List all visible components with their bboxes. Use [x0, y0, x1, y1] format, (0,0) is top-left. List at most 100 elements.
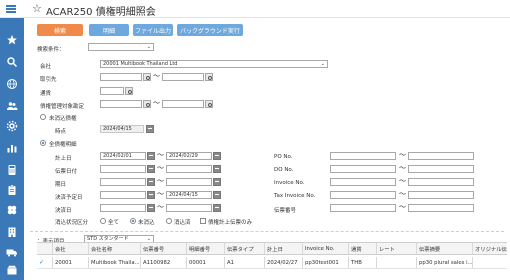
claim-account-from-lookup-icon[interactable]	[143, 100, 151, 108]
recon-reconciled-radio[interactable]	[166, 218, 172, 224]
due-date-to-input[interactable]	[166, 178, 212, 186]
all-claims-radio[interactable]	[40, 140, 46, 146]
posted-only-checkbox[interactable]	[200, 218, 206, 224]
section-divider	[30, 231, 504, 232]
posting-date-label: 計上日	[55, 156, 72, 162]
company-select[interactable]: 20001 Multibook Thailand Ltd ⌄	[100, 60, 328, 68]
settlement-plan-from-input[interactable]	[100, 191, 146, 199]
settlement-date-to-input[interactable]	[166, 204, 212, 212]
claim-account-to-lookup-icon[interactable]	[205, 100, 213, 108]
range-tilde: ～	[157, 177, 164, 185]
tab-file-output[interactable]: ファイル出力	[133, 24, 173, 36]
currency-lookup-icon[interactable]	[125, 87, 133, 95]
calendar-icon[interactable]	[146, 125, 154, 133]
clover-icon[interactable]	[4, 202, 20, 218]
tax-invoice-to-input[interactable]	[408, 191, 474, 199]
invoice-from-input[interactable]	[330, 178, 396, 186]
calendar-icon[interactable]	[147, 191, 155, 199]
header-cell[interactable]: 明細番号	[187, 243, 225, 254]
calendar-icon[interactable]	[213, 204, 221, 212]
calculator-icon[interactable]	[4, 162, 20, 178]
globe-icon[interactable]	[4, 76, 20, 92]
settings-icon[interactable]	[4, 118, 20, 134]
tab-search[interactable]: 検索	[37, 24, 83, 36]
calendar-icon[interactable]	[147, 204, 155, 212]
calendar-icon[interactable]	[147, 152, 155, 160]
header-cell[interactable]: 伝票摘要	[417, 243, 473, 254]
box-icon[interactable]	[4, 262, 20, 278]
tab-detail[interactable]: 明細	[89, 24, 129, 36]
table-cell: 00001	[187, 257, 225, 268]
as-of-date-input[interactable]: 2024/04/15	[100, 125, 144, 133]
settlement-date-from-input[interactable]	[100, 204, 146, 212]
range-tilde: ～	[153, 72, 160, 80]
checkmark-icon: ✓	[39, 259, 45, 266]
calendar-icon[interactable]	[213, 165, 221, 173]
claim-account-to-input[interactable]	[162, 100, 204, 108]
header-cell[interactable]: 伝票タイプ	[225, 243, 265, 254]
hamburger-icon[interactable]	[6, 5, 16, 13]
claim-account-from-input[interactable]	[100, 100, 142, 108]
currency-input[interactable]	[100, 87, 124, 95]
truck-icon[interactable]	[4, 244, 20, 260]
table-header: 会社 会社名称 伝票番号 明細番号 伝票タイプ 計上日 Invoice No. …	[37, 242, 507, 255]
search-condition-select[interactable]: ⌄	[88, 43, 154, 51]
recon-reconciled-label: 消込済	[174, 220, 191, 226]
calendar-icon[interactable]	[213, 191, 221, 199]
posting-date-to-input[interactable]: 2024/02/29	[166, 152, 212, 160]
search-icon[interactable]	[4, 54, 20, 70]
po-to-input[interactable]	[408, 152, 474, 160]
table-cell: pp30 plural sales i...	[417, 257, 473, 268]
customer-to-input[interactable]	[162, 73, 204, 81]
voucher-date-from-input[interactable]	[100, 165, 146, 173]
as-of-label: 時点	[55, 129, 67, 135]
header-cell[interactable]: 計上日	[265, 243, 303, 254]
recon-class-label: 消込状況区分	[55, 220, 89, 226]
calendar-icon[interactable]	[213, 178, 221, 186]
clipboard-icon[interactable]	[4, 182, 20, 198]
due-date-label: 期日	[55, 182, 67, 188]
do-from-input[interactable]	[330, 165, 396, 173]
header-cell[interactable]: 伝票番号	[141, 243, 187, 254]
table-row[interactable]: ✓ 20001 Multibook Thaila... A1100982 000…	[37, 257, 507, 269]
unreconciled-label: 未消込債権	[49, 116, 77, 122]
range-tilde: ～	[153, 99, 160, 107]
calendar-icon[interactable]	[147, 178, 155, 186]
chart-icon[interactable]	[4, 140, 20, 156]
favorite-star-icon[interactable]: ☆	[32, 2, 42, 15]
table-cell: A1100982	[141, 257, 187, 268]
people-icon[interactable]	[4, 98, 20, 114]
customer-from-lookup-icon[interactable]	[143, 73, 151, 81]
recon-all-radio[interactable]	[100, 218, 106, 224]
header-cell[interactable]: 会社	[53, 243, 89, 254]
customer-to-lookup-icon[interactable]	[205, 73, 213, 81]
header-cell[interactable]: 通貨	[349, 243, 377, 254]
header-cell[interactable]: Invoice No.	[303, 243, 349, 254]
row-select-cell[interactable]: ✓	[37, 257, 53, 268]
customer-from-input[interactable]	[100, 73, 142, 81]
voucher-no-label: 伝票番号	[274, 208, 297, 214]
due-date-from-input[interactable]	[100, 178, 146, 186]
calendar-icon[interactable]	[147, 165, 155, 173]
header-cell[interactable]: オリジナル伝	[473, 243, 507, 254]
range-tilde: ～	[399, 177, 406, 185]
tab-background-run[interactable]: バックグラウンド実行	[177, 24, 243, 36]
star-icon[interactable]	[4, 32, 20, 48]
voucher-no-from-input[interactable]	[330, 204, 396, 212]
recon-unreconciled-radio[interactable]	[130, 218, 136, 224]
settlement-plan-to-input[interactable]: 2024/04/15	[166, 191, 212, 199]
unreconciled-radio[interactable]	[40, 114, 46, 120]
building-icon[interactable]	[4, 224, 20, 240]
calendar-icon[interactable]	[213, 152, 221, 160]
header-cell[interactable]: 会社名称	[89, 243, 141, 254]
invoice-to-input[interactable]	[408, 178, 474, 186]
search-condition-label: 検索条件：	[37, 47, 65, 53]
header-cell[interactable]: レート	[377, 243, 417, 254]
do-to-input[interactable]	[408, 165, 474, 173]
voucher-date-to-input[interactable]	[166, 165, 212, 173]
voucher-no-to-input[interactable]	[408, 204, 474, 212]
po-from-input[interactable]	[330, 152, 396, 160]
chevron-down-icon: ⌄	[320, 61, 325, 67]
tax-invoice-from-input[interactable]	[330, 191, 396, 199]
posting-date-from-input[interactable]: 2024/02/01	[100, 152, 146, 160]
